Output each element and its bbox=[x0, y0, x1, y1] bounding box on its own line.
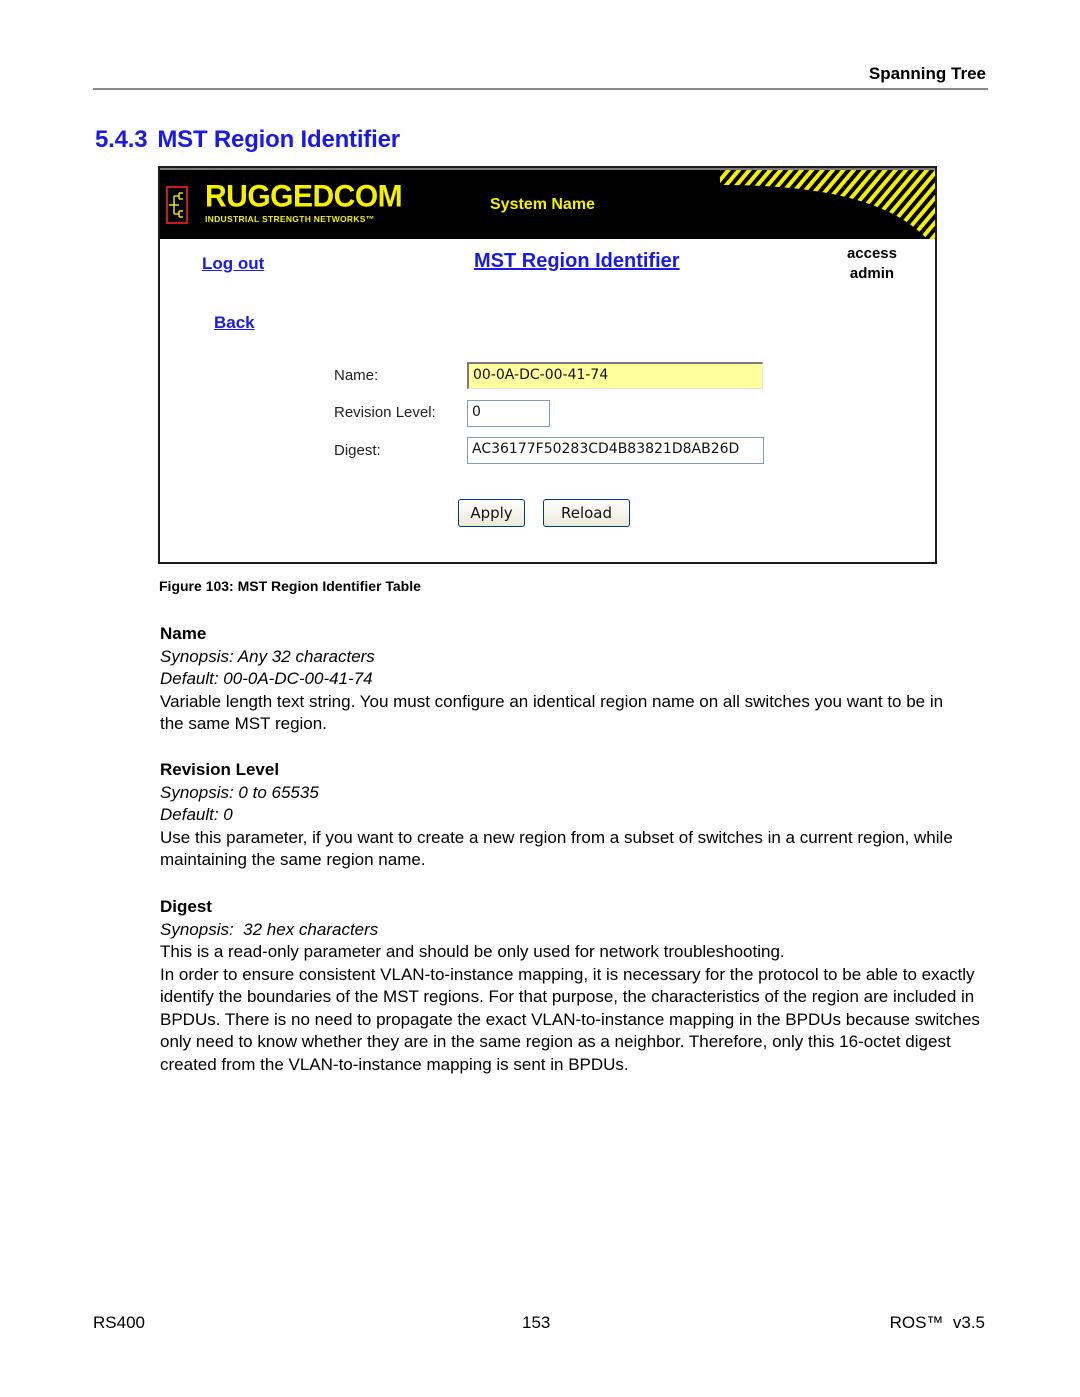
system-name: System Name bbox=[490, 196, 595, 213]
logout-link[interactable]: Log out bbox=[202, 254, 264, 274]
hazard-stripes-graphic bbox=[720, 170, 935, 239]
reload-button[interactable]: Reload bbox=[543, 499, 630, 527]
param-title: Revision Level bbox=[160, 760, 280, 779]
footer-product: RS400 bbox=[93, 1313, 145, 1332]
digest-label: Digest: bbox=[334, 442, 381, 459]
header-rule bbox=[93, 88, 988, 90]
footer-page-number: 153 bbox=[522, 1313, 551, 1332]
apply-button[interactable]: Apply bbox=[458, 499, 525, 527]
access-info: access admin bbox=[847, 244, 897, 284]
param-title: Name bbox=[160, 624, 207, 643]
logo-text: RUGGEDCOM bbox=[205, 179, 403, 214]
access-label: access bbox=[846, 245, 897, 262]
access-user: admin bbox=[849, 265, 895, 282]
param-default: Default: 00-0A-DC-00-41-74 bbox=[160, 669, 373, 688]
param-revision-level: Revision Level Synopsis: 0 to 65535 Defa… bbox=[160, 759, 990, 872]
param-name: Name Synopsis: Any 32 characters Default… bbox=[160, 623, 990, 736]
page-heading-link[interactable]: MST Region Identifier bbox=[474, 250, 680, 273]
name-label: Name: bbox=[334, 367, 379, 384]
back-link[interactable]: Back bbox=[214, 313, 255, 333]
digest-field[interactable]: AC36177F50283CD4B83821D8AB26D bbox=[467, 437, 764, 464]
name-input[interactable]: 00-0A-DC-00-41-74 bbox=[467, 362, 763, 389]
banner: RUGGEDCOM INDUSTRIAL STRENGTH NETWORKS™ … bbox=[160, 168, 935, 239]
ui-screenshot: RUGGEDCOM INDUSTRIAL STRENGTH NETWORKS™ … bbox=[158, 166, 937, 564]
param-description: Variable length text string. You must co… bbox=[160, 691, 944, 734]
param-synopsis: Synopsis: Any 32 characters bbox=[160, 646, 375, 666]
param-default: Default: 0 bbox=[160, 805, 233, 824]
ruggedcom-logo-icon bbox=[166, 186, 188, 224]
param-description: Use this parameter, if you want to creat… bbox=[160, 827, 953, 870]
running-head: Spanning Tree bbox=[868, 64, 986, 83]
param-description: This is a read-only parameter and should… bbox=[160, 942, 785, 961]
footer-version: ROS™ v3.5 bbox=[889, 1313, 985, 1332]
param-synopsis: Synopsis: 0 to 65535 bbox=[160, 782, 319, 802]
section-number: 5.4.3 bbox=[95, 126, 148, 153]
revision-level-label: Revision Level: bbox=[334, 404, 436, 421]
logo-tagline: INDUSTRIAL STRENGTH NETWORKS™ bbox=[205, 214, 375, 224]
section-title-text: MST Region Identifier bbox=[157, 126, 400, 153]
param-description-detail: In order to ensure consistent VLAN-to-in… bbox=[160, 964, 980, 1074]
figure-caption: Figure 103: MST Region Identifier Table bbox=[159, 578, 421, 594]
param-title: Digest bbox=[160, 897, 212, 916]
param-digest: Digest Synopsis: 32 hex characters This … bbox=[160, 896, 990, 1076]
section-title: 5.4.3 MST Region Identifier bbox=[95, 126, 400, 154]
param-synopsis: Synopsis: 32 hex characters bbox=[160, 919, 379, 939]
revision-level-input[interactable]: 0 bbox=[467, 400, 550, 427]
